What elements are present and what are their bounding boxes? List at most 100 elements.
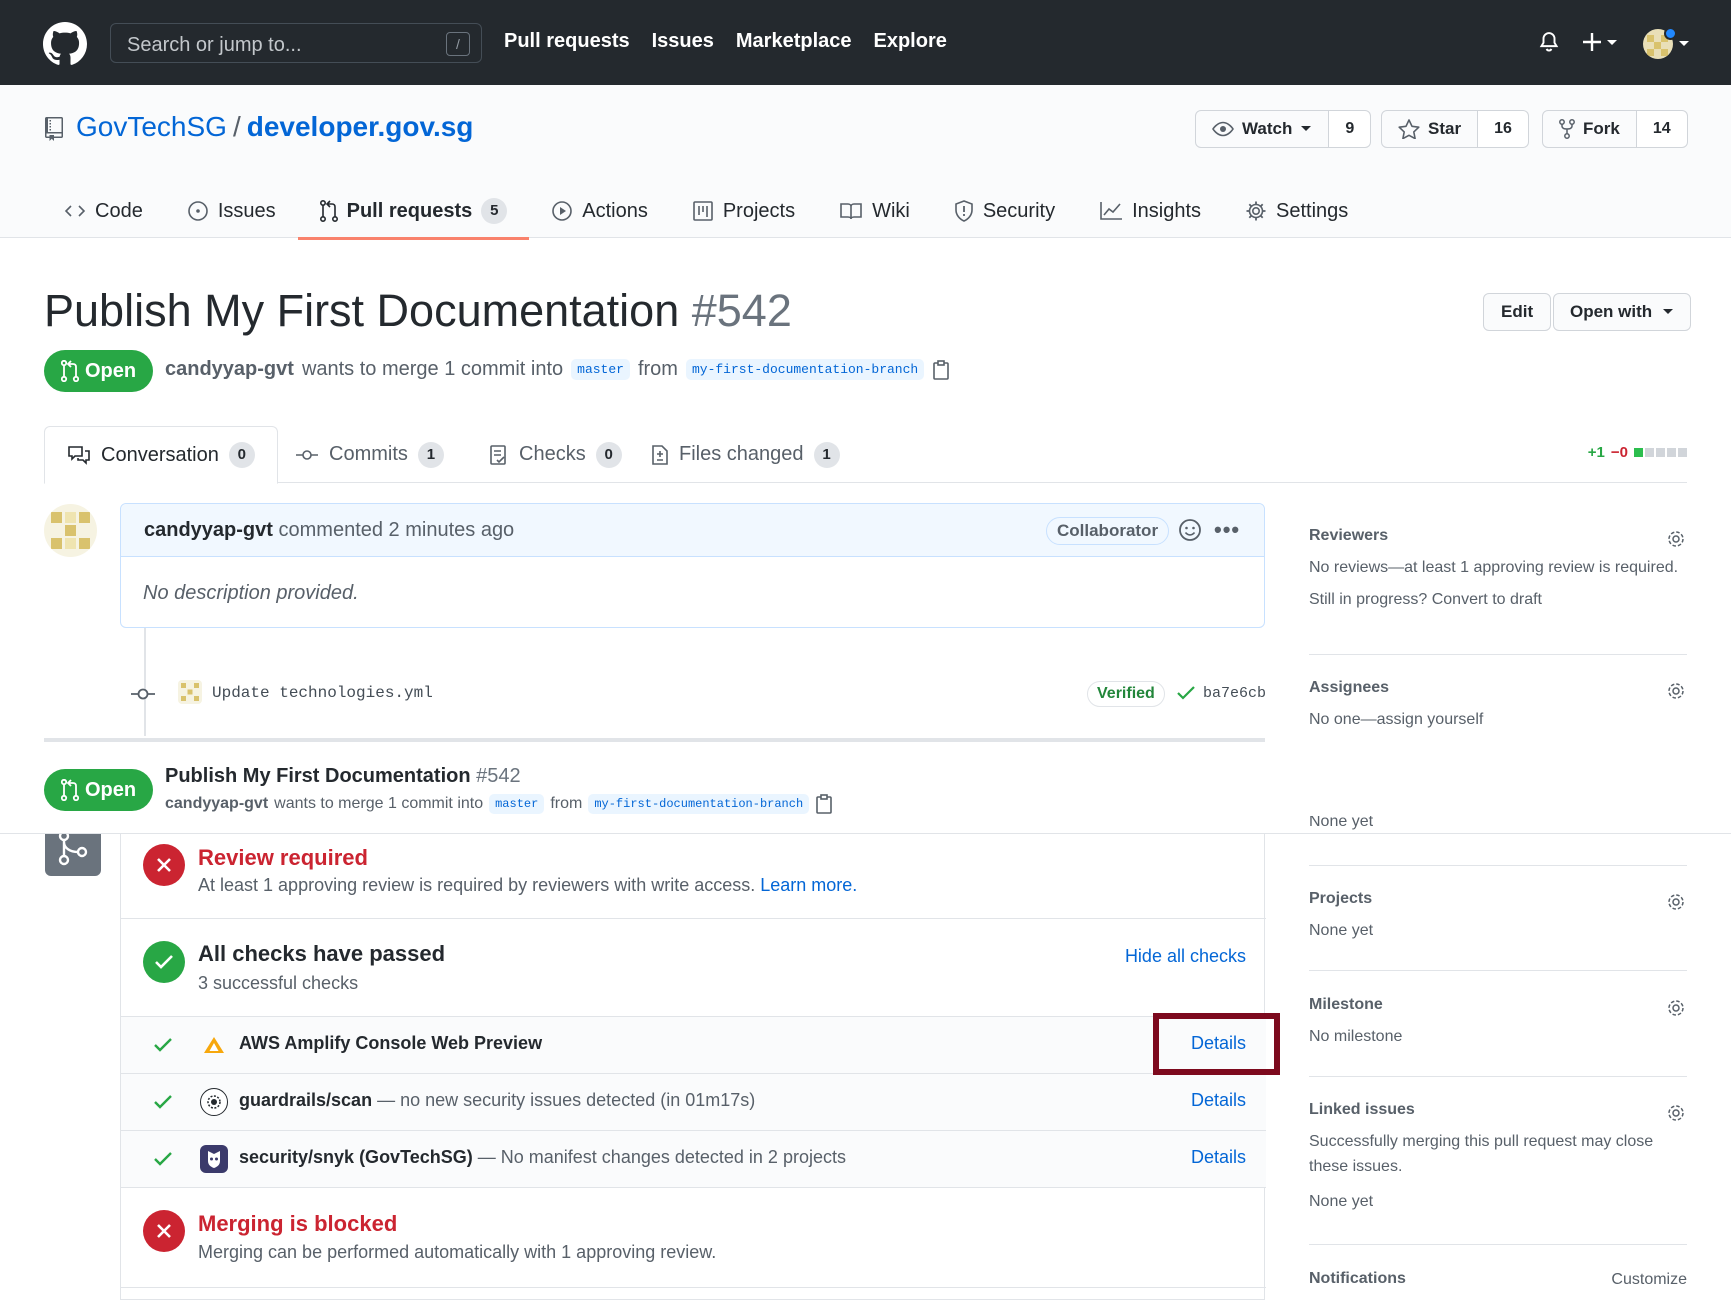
watch-count[interactable]: 9	[1329, 110, 1372, 148]
tab-conversation[interactable]: Conversation 0	[44, 426, 278, 484]
learn-more-link[interactable]: Learn more.	[760, 875, 857, 895]
pull-request-icon	[319, 200, 338, 222]
tab-issues-label: Issues	[217, 199, 276, 222]
base-branch[interactable]: master	[571, 359, 630, 380]
gear-icon[interactable]	[1665, 680, 1687, 702]
pr-author-link[interactable]: candyyap-gvt	[165, 795, 268, 813]
hide-checks-link[interactable]: Hide all checks	[1125, 946, 1246, 967]
avatar[interactable]	[44, 504, 97, 557]
repo-owner-link[interactable]: GovTechSG	[76, 111, 227, 142]
gear-icon[interactable]	[1665, 997, 1687, 1019]
tab-pull-requests[interactable]: Pull requests 5	[297, 183, 530, 240]
tab-issues[interactable]: Issues	[165, 183, 298, 239]
customize-link[interactable]: Customize	[1611, 1267, 1687, 1292]
files-changed-count: 1	[813, 441, 840, 468]
checklist-icon	[490, 444, 506, 465]
star-label: Star	[1428, 119, 1462, 138]
smiley-icon[interactable]	[1178, 518, 1202, 542]
global-nav: Pull requests Issues Marketplace Explore	[504, 30, 947, 53]
pr-number: #542	[691, 285, 792, 336]
tab-files-changed-label: Files changed	[679, 443, 804, 465]
check-row: AWS Amplify Console Web Preview Details	[121, 1017, 1266, 1074]
commit-sha-link[interactable]: ba7e6cb	[1203, 685, 1266, 702]
fork-label: Fork	[1583, 119, 1620, 138]
github-logo-icon[interactable]	[43, 22, 87, 66]
tab-settings[interactable]: Settings	[1223, 183, 1370, 239]
linked-issues-title: Linked issues	[1309, 1101, 1415, 1118]
tab-commits[interactable]: Commits 1	[273, 426, 466, 483]
open-with-button[interactable]: Open with	[1553, 293, 1692, 331]
tab-security[interactable]: Security	[932, 183, 1077, 239]
plus-icon[interactable]	[1582, 30, 1626, 54]
gear-icon[interactable]	[1665, 528, 1687, 550]
chevron-down-icon[interactable]	[1678, 40, 1690, 48]
nav-explore[interactable]: Explore	[874, 30, 947, 53]
graph-icon	[1100, 202, 1123, 220]
milestone-text: No milestone	[1309, 1028, 1403, 1045]
check-icon	[154, 1038, 172, 1052]
tab-projects[interactable]: Projects	[670, 183, 817, 239]
fork-count[interactable]: 14	[1636, 110, 1688, 148]
details-link[interactable]: Details	[1191, 1090, 1246, 1111]
star-button[interactable]: Star	[1381, 110, 1479, 148]
gear-icon[interactable]	[1665, 891, 1687, 913]
assignees-text[interactable]: No one—assign yourself	[1309, 707, 1687, 732]
clipboard-icon[interactable]	[932, 359, 950, 381]
x-icon	[143, 1210, 185, 1252]
nav-marketplace[interactable]: Marketplace	[736, 30, 852, 53]
repo-name-link[interactable]: developer.gov.sg	[247, 111, 474, 142]
tab-wiki[interactable]: Wiki	[817, 183, 932, 239]
tab-actions[interactable]: Actions	[529, 183, 670, 239]
base-branch[interactable]: master	[489, 794, 545, 814]
diff-icon	[652, 444, 668, 465]
fork-button[interactable]: Fork	[1542, 110, 1637, 148]
snyk-icon	[200, 1145, 228, 1173]
nav-issues[interactable]: Issues	[652, 30, 714, 53]
bell-icon[interactable]	[1538, 30, 1560, 54]
check-icon	[1177, 686, 1195, 700]
comment-timestamp[interactable]: commented 2 minutes ago	[279, 519, 515, 541]
watch-group: Watch 9	[1195, 110, 1372, 148]
check-text: guardrails/scan — no new security issues…	[239, 1090, 755, 1111]
star-count[interactable]: 16	[1478, 110, 1529, 148]
avatar[interactable]	[178, 680, 202, 704]
merging-blocked-title: Merging is blocked	[198, 1211, 398, 1236]
search-input[interactable]: Search or jump to... /	[110, 23, 482, 63]
linked-issues-text: Successfully merging this pull request m…	[1309, 1133, 1654, 1175]
tab-checks-label: Checks	[519, 443, 586, 465]
tab-actions-label: Actions	[582, 199, 648, 222]
tab-checks[interactable]: Checks 0	[467, 426, 644, 483]
tab-code-label: Code	[95, 199, 143, 222]
pr-author-link[interactable]: candyyap-gvt	[165, 358, 294, 381]
verified-badge[interactable]: Verified	[1087, 681, 1165, 707]
clipboard-icon[interactable]	[815, 793, 833, 815]
head-branch[interactable]: my-first-documentation-branch	[685, 359, 925, 380]
tab-insights[interactable]: Insights	[1077, 183, 1223, 239]
watch-button[interactable]: Watch	[1195, 110, 1330, 148]
gear-icon[interactable]	[1665, 1102, 1687, 1124]
tab-code[interactable]: Code	[42, 183, 165, 239]
kebab-menu-icon[interactable]: •••	[1214, 517, 1240, 543]
comment-discussion-icon	[68, 446, 90, 465]
head-branch[interactable]: my-first-documentation-branch	[588, 794, 810, 814]
tab-files-changed[interactable]: Files changed 1	[629, 426, 862, 483]
commit-message-link[interactable]: Update technologies.yml	[212, 684, 433, 702]
conversation-count: 0	[228, 442, 255, 468]
details-link[interactable]: Details	[1191, 1147, 1246, 1168]
edit-button[interactable]: Edit	[1483, 293, 1552, 331]
global-header: Search or jump to... / Pull requests Iss…	[0, 0, 1731, 85]
nav-pull-requests[interactable]: Pull requests	[504, 30, 630, 53]
convert-to-draft-link[interactable]: Still in progress? Convert to draft	[1309, 587, 1687, 612]
check-name: guardrails/scan	[239, 1090, 373, 1110]
comment-author-link[interactable]: candyyap-gvt	[144, 519, 273, 541]
open-with-label: Open with	[1570, 302, 1653, 321]
status-badge: Open	[44, 350, 154, 392]
check-text: security/snyk (GovTechSG) — No manifest …	[239, 1147, 846, 1168]
divider	[1309, 865, 1687, 866]
pull-requests-count: 5	[481, 198, 508, 224]
notifications-section: Notifications Customize	[1309, 1270, 1687, 1288]
pr-title-text: Publish My First Documentation	[44, 285, 680, 336]
check-name: security/snyk (GovTechSG)	[239, 1147, 473, 1167]
review-required-text: At least 1 approving review is required …	[198, 875, 857, 896]
divider	[1309, 970, 1687, 971]
